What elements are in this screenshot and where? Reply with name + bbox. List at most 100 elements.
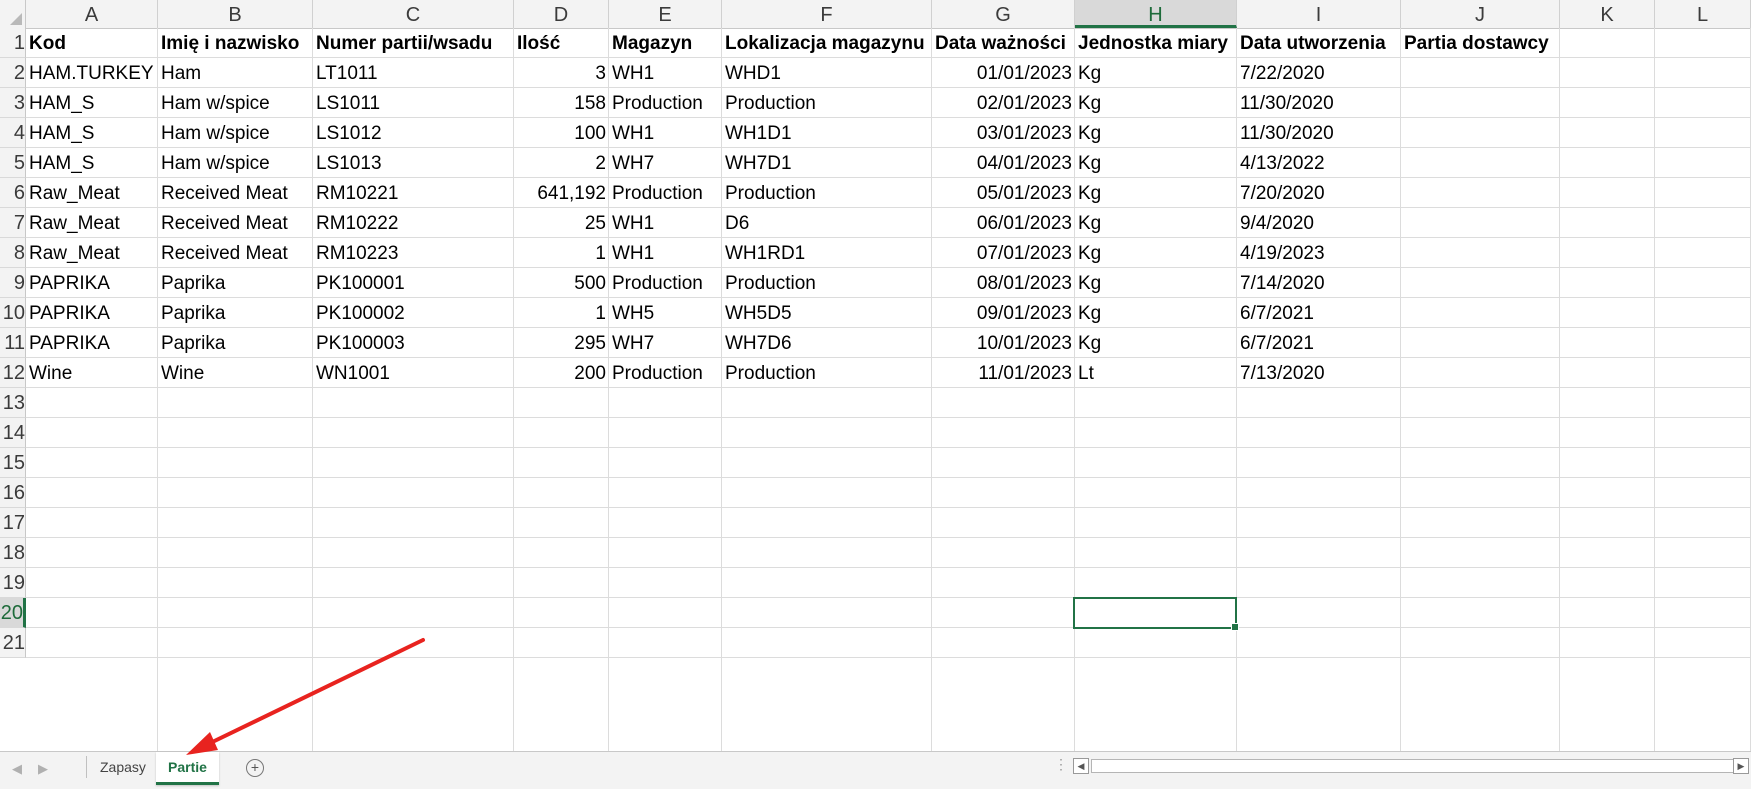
table-cell[interactable]: 09/01/2023 — [932, 298, 1075, 328]
table-cell[interactable]: WH1D1 — [722, 118, 932, 148]
table-cell[interactable]: Production — [722, 178, 932, 208]
row-header-1[interactable]: 1 — [0, 28, 26, 58]
table-cell[interactable]: Kg — [1075, 328, 1237, 358]
row-header-12[interactable]: 12 — [0, 358, 26, 388]
row-header-4[interactable]: 4 — [0, 118, 26, 148]
table-cell[interactable]: Kg — [1075, 268, 1237, 298]
row-header-18[interactable]: 18 — [0, 538, 26, 568]
table-cell[interactable] — [1401, 178, 1560, 208]
table-cell[interactable]: WH1 — [609, 118, 722, 148]
table-cell[interactable]: PK100003 — [313, 328, 514, 358]
row-header-5[interactable]: 5 — [0, 148, 26, 178]
table-cell[interactable]: Received Meat — [158, 238, 313, 268]
horizontal-scrollbar[interactable]: ◀ ▶ — [1073, 758, 1749, 774]
table-cell[interactable]: Kg — [1075, 208, 1237, 238]
table-cell[interactable]: Ham — [158, 58, 313, 88]
table-cell[interactable]: WH1 — [609, 58, 722, 88]
table-cell[interactable]: 200 — [514, 358, 609, 388]
table-cell[interactable]: Wine — [158, 358, 313, 388]
column-header-h[interactable]: H — [1075, 0, 1237, 28]
table-cell[interactable]: 01/01/2023 — [932, 58, 1075, 88]
table-cell[interactable]: Wine — [26, 358, 158, 388]
table-cell[interactable]: 04/01/2023 — [932, 148, 1075, 178]
scroll-left-icon[interactable]: ◀ — [1073, 758, 1089, 774]
table-cell[interactable]: HAM_S — [26, 88, 158, 118]
table-cell[interactable]: WH1RD1 — [722, 238, 932, 268]
table-cell[interactable]: 6/7/2021 — [1237, 298, 1401, 328]
table-cell[interactable]: 3 — [514, 58, 609, 88]
table-cell[interactable] — [1401, 208, 1560, 238]
table-cell[interactable]: Paprika — [158, 298, 313, 328]
column-header-c[interactable]: C — [313, 0, 514, 28]
table-cell[interactable]: Paprika — [158, 328, 313, 358]
table-cell[interactable]: 1 — [514, 298, 609, 328]
table-cell[interactable] — [1401, 148, 1560, 178]
table-cell[interactable]: 25 — [514, 208, 609, 238]
table-cell[interactable]: RM10223 — [313, 238, 514, 268]
table-cell[interactable]: WN1001 — [313, 358, 514, 388]
table-cell[interactable]: 11/30/2020 — [1237, 88, 1401, 118]
scroll-tabs-left-icon[interactable]: ◀ — [12, 761, 22, 777]
table-cell[interactable]: PAPRIKA — [26, 298, 158, 328]
column-header-j[interactable]: J — [1401, 0, 1560, 28]
row-header-20[interactable]: 20 — [0, 598, 26, 628]
row-header-21[interactable]: 21 — [0, 628, 26, 658]
row-header-13[interactable]: 13 — [0, 388, 26, 418]
table-cell[interactable] — [1401, 328, 1560, 358]
table-cell[interactable]: 07/01/2023 — [932, 238, 1075, 268]
row-header-6[interactable]: 6 — [0, 178, 26, 208]
table-cell[interactable]: Kg — [1075, 238, 1237, 268]
table-cell[interactable]: WH5 — [609, 298, 722, 328]
table-cell[interactable]: Production — [609, 268, 722, 298]
table-cell[interactable]: Raw_Meat — [26, 208, 158, 238]
table-cell[interactable]: Raw_Meat — [26, 178, 158, 208]
table-cell[interactable]: 1 — [514, 238, 609, 268]
column-header-b[interactable]: B — [158, 0, 313, 28]
scrollbar-thumb[interactable] — [1091, 759, 1748, 773]
table-cell[interactable]: Raw_Meat — [26, 238, 158, 268]
column-header-l[interactable]: L — [1655, 0, 1751, 28]
table-cell[interactable]: Kg — [1075, 58, 1237, 88]
table-cell[interactable]: 7/13/2020 — [1237, 358, 1401, 388]
table-cell[interactable]: 500 — [514, 268, 609, 298]
table-cell[interactable]: 08/01/2023 — [932, 268, 1075, 298]
table-cell[interactable]: PAPRIKA — [26, 268, 158, 298]
table-cell[interactable] — [1401, 358, 1560, 388]
header-cell[interactable]: Data ważności — [932, 28, 1075, 58]
row-header-19[interactable]: 19 — [0, 568, 26, 598]
table-cell[interactable]: WH1 — [609, 238, 722, 268]
table-cell[interactable]: 05/01/2023 — [932, 178, 1075, 208]
table-cell[interactable]: Production — [609, 178, 722, 208]
row-header-7[interactable]: 7 — [0, 208, 26, 238]
row-header-2[interactable]: 2 — [0, 58, 26, 88]
table-cell[interactable]: PK100002 — [313, 298, 514, 328]
table-cell[interactable] — [1401, 298, 1560, 328]
table-cell[interactable] — [1401, 238, 1560, 268]
table-cell[interactable]: 10/01/2023 — [932, 328, 1075, 358]
table-cell[interactable]: 7/22/2020 — [1237, 58, 1401, 88]
row-header-9[interactable]: 9 — [0, 268, 26, 298]
selected-cell-h20[interactable] — [1073, 597, 1239, 631]
select-all-button[interactable] — [0, 0, 26, 28]
table-cell[interactable]: Paprika — [158, 268, 313, 298]
table-cell[interactable]: 06/01/2023 — [932, 208, 1075, 238]
table-cell[interactable]: WH5D5 — [722, 298, 932, 328]
table-cell[interactable]: Ham w/spice — [158, 118, 313, 148]
column-header-g[interactable]: G — [932, 0, 1075, 28]
header-cell[interactable]: Imię i nazwisko — [158, 28, 313, 58]
table-cell[interactable]: 100 — [514, 118, 609, 148]
header-cell[interactable]: Ilość — [514, 28, 609, 58]
table-cell[interactable]: Production — [609, 88, 722, 118]
scroll-tabs-right-icon[interactable]: ▶ — [38, 761, 48, 777]
column-header-e[interactable]: E — [609, 0, 722, 28]
tab-splitter-handle[interactable]: ⋮ — [1054, 756, 1068, 773]
column-header-i[interactable]: I — [1237, 0, 1401, 28]
table-cell[interactable]: Kg — [1075, 118, 1237, 148]
table-cell[interactable]: 02/01/2023 — [932, 88, 1075, 118]
header-cell[interactable]: Data utworzenia — [1237, 28, 1401, 58]
row-header-8[interactable]: 8 — [0, 238, 26, 268]
table-cell[interactable]: Kg — [1075, 178, 1237, 208]
table-cell[interactable]: Production — [609, 358, 722, 388]
table-cell[interactable]: RM10221 — [313, 178, 514, 208]
table-cell[interactable]: 4/19/2023 — [1237, 238, 1401, 268]
